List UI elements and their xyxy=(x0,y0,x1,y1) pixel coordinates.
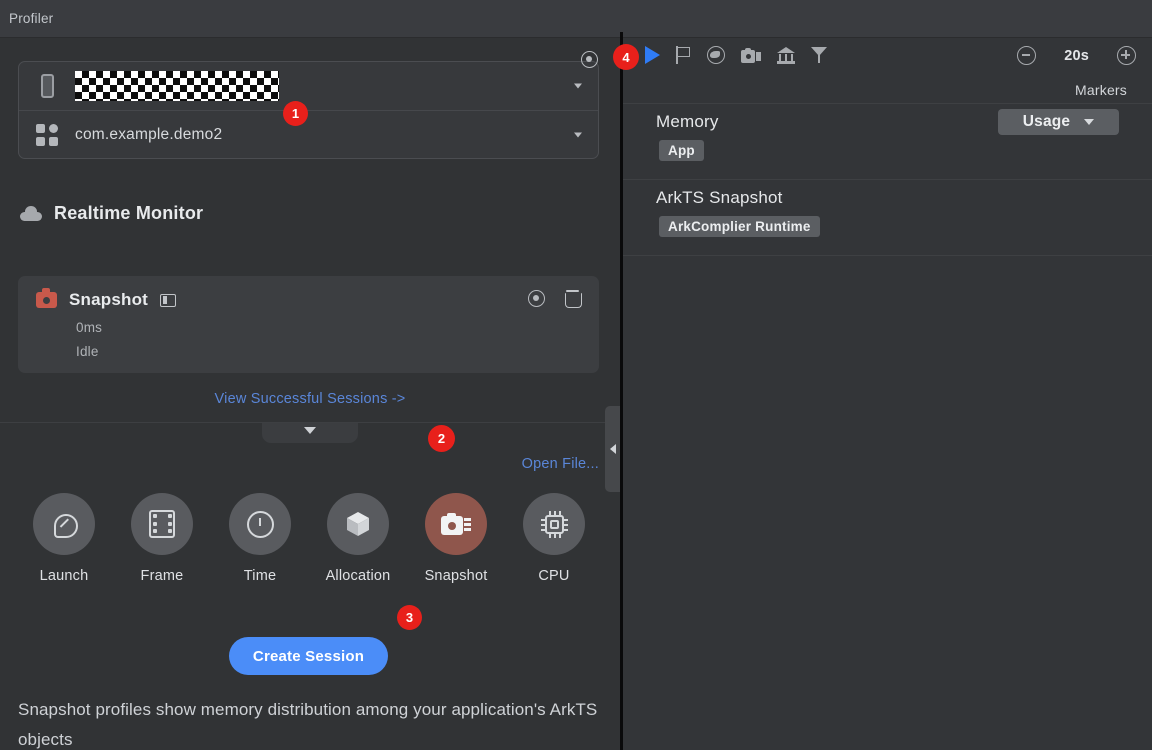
chevron-down-icon[interactable] xyxy=(574,132,582,137)
session-mode-list: Launch Frame Time xyxy=(18,493,600,593)
mode-allocation[interactable]: Allocation xyxy=(312,493,404,584)
window-title-bar: Profiler xyxy=(0,0,1152,38)
zoom-in-icon[interactable] xyxy=(1117,46,1136,65)
mode-launch[interactable]: Launch xyxy=(18,493,110,584)
app-name-label: com.example.demo2 xyxy=(75,126,222,144)
camera-icon xyxy=(441,513,471,535)
chevron-left-icon xyxy=(610,444,616,454)
create-session-button[interactable]: Create Session xyxy=(229,637,388,675)
mode-icon-wrap xyxy=(229,493,291,555)
memory-usage-select[interactable]: Usage xyxy=(998,109,1119,135)
trash-icon[interactable] xyxy=(565,290,580,307)
camera-icon xyxy=(36,292,57,308)
left-panel: com.example.demo2 Realtime Monitor Snaps… xyxy=(0,38,620,750)
timeline-toolbar-left xyxy=(645,46,827,64)
markers-row: Markers xyxy=(623,78,1152,104)
chevron-down-icon xyxy=(304,427,316,434)
zoom-out-icon[interactable] xyxy=(1017,46,1036,65)
cube-icon xyxy=(345,510,371,538)
realtime-monitor-header: Realtime Monitor xyxy=(20,193,600,233)
chevron-down-icon[interactable] xyxy=(574,84,582,89)
app-selector[interactable]: com.example.demo2 xyxy=(19,110,598,158)
collapse-left-handle[interactable] xyxy=(605,406,620,492)
monitor-icon xyxy=(20,206,42,221)
timeline-zoom-controls: 20s xyxy=(1017,46,1136,65)
zoom-value: 20s xyxy=(1064,48,1089,64)
page-title: Profiler xyxy=(9,11,53,26)
collapse-down-handle[interactable] xyxy=(262,423,358,443)
mode-label: Time xyxy=(244,568,276,584)
bank-icon[interactable] xyxy=(777,47,795,64)
record-target-icon[interactable] xyxy=(581,51,598,68)
play-icon[interactable] xyxy=(645,46,660,64)
record-target-icon[interactable] xyxy=(528,290,545,307)
mode-icon-wrap xyxy=(33,493,95,555)
track-memory[interactable]: Memory App Usage xyxy=(623,104,1152,180)
mode-label: Launch xyxy=(40,568,89,584)
device-name-redacted xyxy=(75,71,279,101)
phone-icon xyxy=(19,74,75,98)
view-successful-sessions-link[interactable]: View Successful Sessions -> xyxy=(0,391,620,407)
mode-time[interactable]: Time xyxy=(214,493,306,584)
track-arkts-snapshot[interactable]: ArkTS Snapshot ArkComplier Runtime xyxy=(623,180,1152,256)
memory-usage-value: Usage xyxy=(1023,113,1071,131)
mode-label: Snapshot xyxy=(425,568,488,584)
filter-icon[interactable] xyxy=(811,47,827,64)
mode-icon-wrap xyxy=(523,493,585,555)
timeline-toolbar: 20s xyxy=(623,38,1152,78)
session-card-snapshot[interactable]: Snapshot 0ms Idle xyxy=(18,276,599,373)
mode-cpu[interactable]: CPU xyxy=(508,493,600,584)
mode-description: Snapshot profiles show memory distributi… xyxy=(18,695,598,750)
step-badge-1: 1 xyxy=(283,101,308,126)
film-icon xyxy=(149,510,175,538)
mode-label: Allocation xyxy=(326,568,391,584)
mode-label: Frame xyxy=(141,568,184,584)
mode-label: CPU xyxy=(538,568,569,584)
session-state: Idle xyxy=(76,344,99,359)
session-card-header: Snapshot xyxy=(36,290,176,310)
step-badge-2: 2 xyxy=(428,425,455,452)
session-name-label: Snapshot xyxy=(69,290,148,310)
mode-icon-wrap xyxy=(327,493,389,555)
markers-label: Markers xyxy=(1075,82,1127,98)
step-badge-4: 4 xyxy=(613,44,639,70)
track-name: Memory xyxy=(656,112,719,132)
open-file-link[interactable]: Open File... xyxy=(522,456,599,472)
clock-icon xyxy=(247,511,274,538)
mode-icon-wrap xyxy=(425,493,487,555)
mode-frame[interactable]: Frame xyxy=(116,493,208,584)
step-badge-3: 3 xyxy=(397,605,422,630)
profiler-window: Profiler com.example.demo2 Realtim xyxy=(0,0,1152,750)
realtime-monitor-title: Realtime Monitor xyxy=(54,203,203,224)
globe-icon[interactable] xyxy=(707,46,725,64)
timeline-panel: 20s Markers Memory App Usage ArkTS Snaps… xyxy=(623,38,1152,750)
target-selector: com.example.demo2 xyxy=(18,61,599,159)
panel-icon[interactable] xyxy=(160,294,176,307)
track-chip: ArkComplier Runtime xyxy=(659,216,820,237)
device-selector[interactable] xyxy=(19,62,598,110)
track-chip: App xyxy=(659,140,704,161)
track-name: ArkTS Snapshot xyxy=(656,188,783,208)
chip-icon xyxy=(541,511,568,538)
rocket-icon xyxy=(50,510,78,538)
session-actions xyxy=(528,290,580,307)
session-duration: 0ms xyxy=(76,320,102,335)
apps-grid-icon xyxy=(19,124,75,146)
flag-icon[interactable] xyxy=(676,46,691,64)
mode-icon-wrap xyxy=(131,493,193,555)
mode-snapshot[interactable]: Snapshot xyxy=(410,493,502,584)
chevron-down-icon xyxy=(1084,119,1094,125)
camera-icon[interactable] xyxy=(741,48,761,63)
